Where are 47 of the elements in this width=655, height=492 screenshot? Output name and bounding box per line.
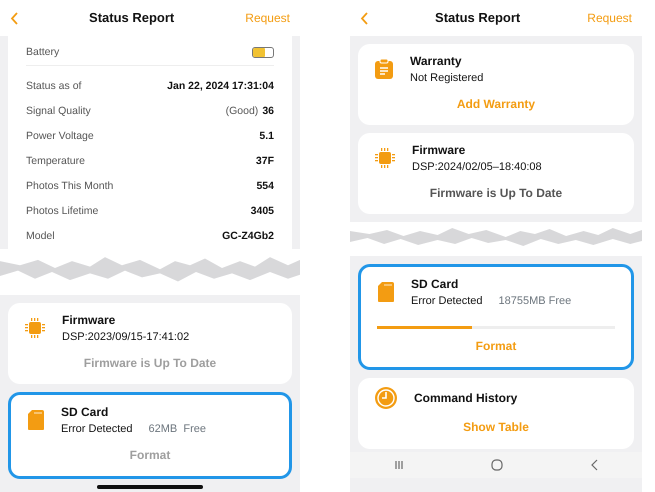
stat-label: Battery xyxy=(26,44,60,60)
page-title: Status Report xyxy=(89,9,174,28)
clock-icon xyxy=(374,386,398,410)
stat-label: Status as of xyxy=(26,78,82,94)
card-title: SD Card xyxy=(411,276,460,293)
free-space-text: 62MB Free xyxy=(148,422,206,437)
status-text: Error Detected xyxy=(411,294,483,309)
request-button[interactable]: Request xyxy=(245,9,290,27)
card-title: Warranty xyxy=(410,53,463,70)
card-title: Firmware xyxy=(412,142,466,159)
status-text: Not Registered xyxy=(410,71,484,86)
clipboard-icon xyxy=(374,58,394,80)
stat-label: Photos This Month xyxy=(26,178,114,194)
battery-icon xyxy=(252,47,274,58)
page-title: Status Report xyxy=(435,9,520,28)
status-text: Error Detected xyxy=(61,422,133,437)
stat-note: (Good) xyxy=(226,104,258,119)
chip-icon xyxy=(24,317,46,340)
action-link[interactable]: Firmware is Up To Date xyxy=(430,184,562,202)
action-link[interactable]: Show Table xyxy=(463,418,529,436)
stat-label: Signal Quality xyxy=(26,104,91,119)
sd-card-icon xyxy=(377,281,395,304)
back-icon[interactable] xyxy=(590,459,598,471)
free-space-text: 18755MB Free xyxy=(498,294,572,309)
card-title: SD Card xyxy=(61,404,110,421)
stat-value: 36 xyxy=(262,104,274,119)
stat-value: 3405 xyxy=(250,204,274,219)
stat-value: 37F xyxy=(256,154,274,169)
action-link[interactable]: Add Warranty xyxy=(456,94,536,112)
home-icon[interactable] xyxy=(490,459,503,471)
action-link[interactable]: Format xyxy=(476,336,516,354)
sd-card-icon xyxy=(27,409,45,432)
chip-icon xyxy=(374,147,396,170)
stat-value: GC-Z4Gb2 xyxy=(222,228,274,244)
stat-label: Model xyxy=(26,228,55,244)
card-title: Firmware xyxy=(62,312,116,329)
stat-value: Jan 22, 2024 17:31:04 xyxy=(167,78,274,94)
request-button[interactable]: Request xyxy=(587,9,632,27)
stat-value: 5.1 xyxy=(259,128,274,144)
status-text: DSP:2023/09/15-17:41:02 xyxy=(62,330,190,345)
card-title: Command History xyxy=(414,390,518,407)
stat-label: Temperature xyxy=(26,154,85,169)
recent-apps-icon[interactable] xyxy=(394,460,404,470)
stat-label: Photos Lifetime xyxy=(26,204,98,219)
status-text: DSP:2024/02/05–18:40:08 xyxy=(412,160,542,175)
stat-value: 554 xyxy=(256,178,274,194)
stat-label: Power Voltage xyxy=(26,128,94,144)
